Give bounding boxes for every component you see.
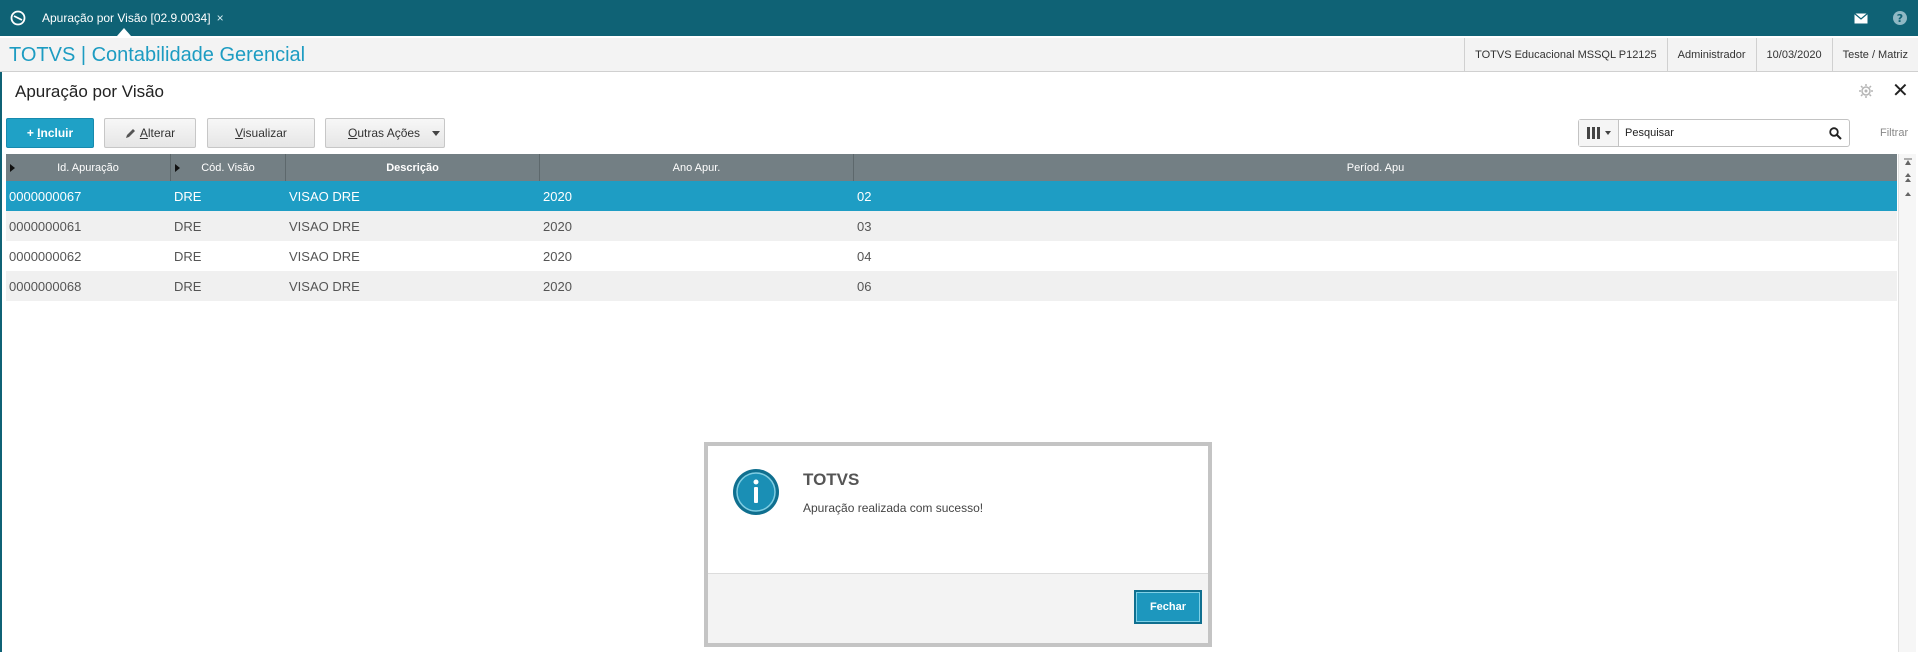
alterar-button[interactable]: Alterar [104,118,196,148]
tab-close-icon[interactable]: × [217,11,224,25]
totvs-logo-icon[interactable] [0,0,36,36]
grid-header: Id. Apuração Cód. Visão Descrição Ano Ap… [6,154,1897,181]
scroll-up-icon[interactable] [1899,186,1917,202]
cell-id: 0000000061 [9,218,82,234]
user-label: Administrador [1666,38,1756,72]
cell-ano: 2020 [543,248,572,264]
active-tab-indicator [117,28,131,36]
incluir-button[interactable]: + Incluir [6,118,94,148]
data-grid: Id. Apuração Cód. Visão Descrição Ano Ap… [6,154,1897,301]
mail-icon[interactable] [1852,9,1870,27]
close-page-button[interactable]: ✕ [1892,80,1909,102]
cell-cod-visao: DRE [174,278,202,294]
info-icon [732,468,780,516]
top-bar: Apuração por Visão [02.9.0034] × ? [0,0,1918,36]
app-header: TOTVS | Contabilidade Gerencial TOTVS Ed… [0,38,1918,72]
filter-button[interactable]: Filtrar [1880,127,1908,139]
search-input[interactable] [1619,127,1821,139]
table-row[interactable]: 0000000062 DRE VISAO DRE 2020 04 [6,241,1897,271]
search-box [1578,119,1850,147]
table-row[interactable]: 0000000061 DRE VISAO DRE 2020 03 [6,211,1897,241]
window-left-border [0,72,2,652]
cell-cod-visao: DRE [174,188,202,204]
date-label: 10/03/2020 [1755,38,1832,72]
cell-descricao: VISAO DRE [289,188,360,204]
cell-descricao: VISAO DRE [289,218,360,234]
alterar-label: Alterar [139,126,176,140]
cell-id: 0000000067 [9,188,82,204]
cell-periodo: 04 [857,248,872,264]
cell-cod-visao: DRE [174,218,202,234]
cell-descricao: VISAO DRE [289,248,360,264]
tab-title: Apuração por Visão [02.9.0034] [42,11,211,25]
environment-label: TOTVS Educacional MSSQL P12125 [1464,38,1667,72]
cell-ano: 2020 [543,278,572,294]
chevron-down-icon [432,131,440,136]
cell-periodo: 02 [857,188,872,204]
visualizar-label: Visualizar [235,126,287,140]
cell-id: 0000000068 [9,278,82,294]
cell-periodo: 06 [857,278,872,294]
column-header-period-apu[interactable]: Períod. Apu [854,154,1897,181]
header-info: TOTVS Educacional MSSQL P12125 Administr… [1464,38,1918,72]
scroll-page-up-icon[interactable] [1899,170,1917,186]
tab-apuracao-por-visao[interactable]: Apuração por Visão [02.9.0034] × [36,0,230,36]
dialog-footer: Fechar [708,573,1208,643]
dialog-message: Apuração realizada com sucesso! [803,501,984,515]
column-header-cod-visao[interactable]: Cód. Visão [171,154,286,181]
cell-descricao: VISAO DRE [289,278,360,294]
scroll-top-icon[interactable] [1899,154,1917,170]
page-title: Apuração por Visão [15,82,165,101]
help-icon[interactable]: ? [1891,9,1909,27]
pencil-icon [125,128,135,138]
branch-label: Teste / Matriz [1831,38,1918,72]
cell-cod-visao: DRE [174,248,202,264]
cell-ano: 2020 [543,218,572,234]
table-row[interactable]: 0000000068 DRE VISAO DRE 2020 06 [6,271,1897,301]
outras-acoes-button[interactable]: Outras Ações [325,118,445,148]
fechar-button[interactable]: Fechar [1134,590,1202,624]
app-brand-title: TOTVS | Contabilidade Gerencial [9,44,306,66]
cell-ano: 2020 [543,188,572,204]
grid-scrollbar[interactable] [1898,154,1916,652]
cell-id: 0000000062 [9,248,82,264]
columns-icon[interactable] [1579,120,1619,146]
incluir-label: + Incluir [26,126,74,140]
column-header-ano-apur[interactable]: Ano Apur. [540,154,854,181]
svg-text:?: ? [1897,12,1903,25]
column-header-id-apuracao[interactable]: Id. Apuração [6,154,171,181]
cell-periodo: 03 [857,218,872,234]
gear-icon[interactable] [1859,84,1873,103]
outras-acoes-label: Outras Ações [348,126,421,140]
message-dialog: TOTVS Apuração realizada com sucesso! Fe… [704,442,1212,647]
visualizar-button[interactable]: Visualizar [207,118,315,148]
column-header-descricao[interactable]: Descrição [286,154,540,181]
dialog-title: TOTVS [803,470,860,489]
table-row[interactable]: 0000000067 DRE VISAO DRE 2020 02 [6,181,1897,211]
search-icon[interactable] [1821,126,1849,140]
